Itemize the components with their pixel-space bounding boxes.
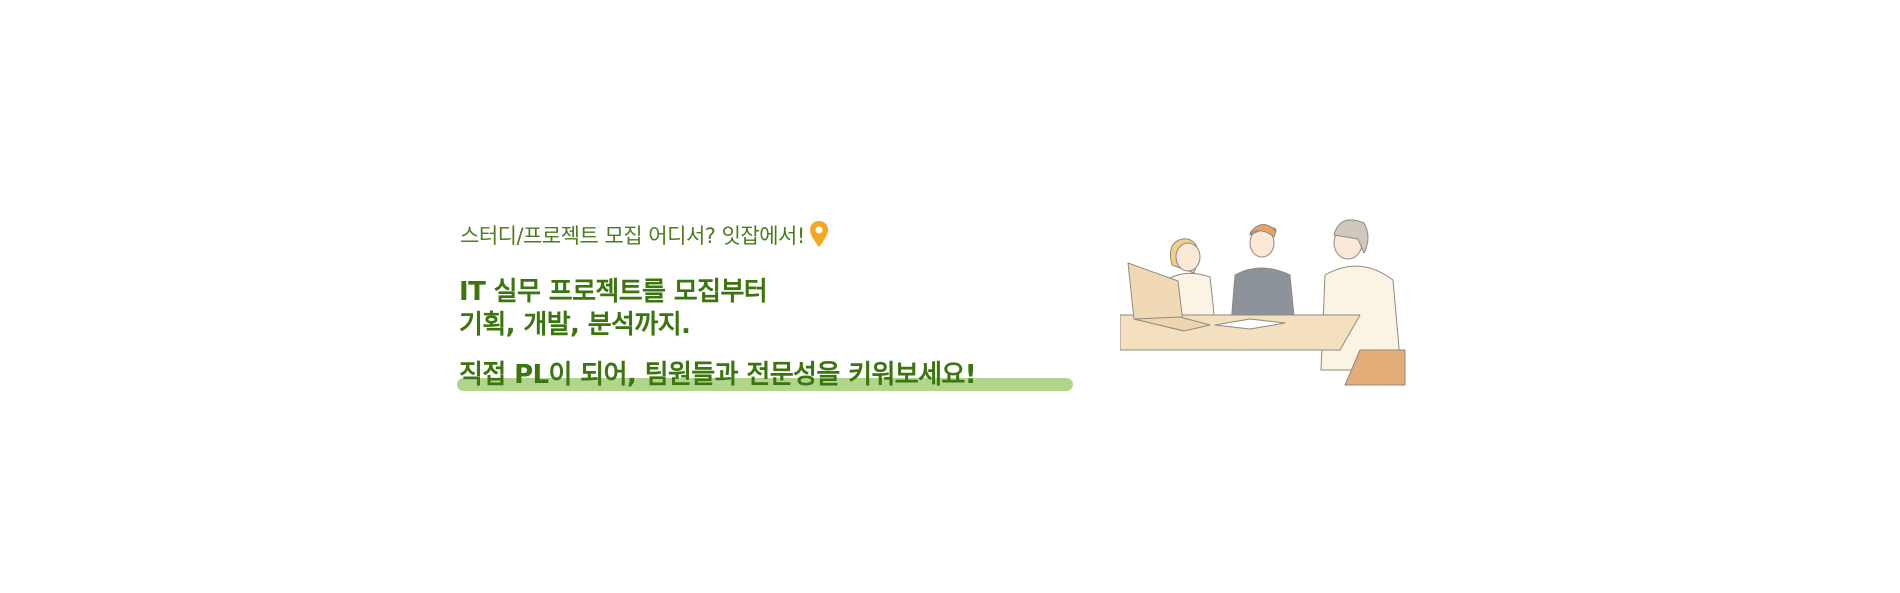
banner-subtitle: 스터디/프로젝트 모집 어디서? 잇잡에서! xyxy=(460,224,805,248)
highlight-text: 직접 PL이 되어, 팀원들과 전문성을 키워보세요! xyxy=(459,360,977,390)
team-meeting-illustration xyxy=(1120,219,1406,386)
heading-line-2: 기획, 개발, 분석까지. xyxy=(459,310,691,340)
heading-line-1: IT 실무 프로젝트를 모집부터 xyxy=(459,277,768,307)
highlight-line: 직접 PL이 되어, 팀원들과 전문성을 키워보세요! xyxy=(457,354,1073,391)
banner-heading: IT 실무 프로젝트를 모집부터 기획, 개발, 분석까지. xyxy=(459,276,768,342)
location-pin-icon xyxy=(810,221,828,247)
